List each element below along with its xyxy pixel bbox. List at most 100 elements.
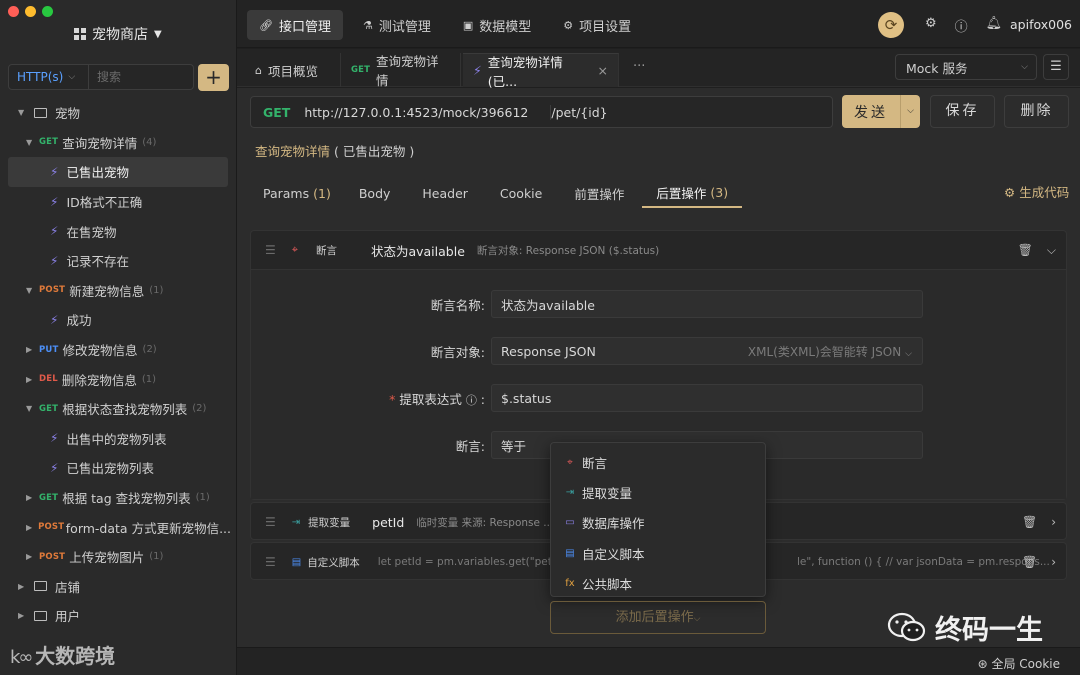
tree-case-item[interactable]: ⚡︎ 记录不存在 [0,246,236,276]
menu-item[interactable]: ⌖ 断言 [551,447,765,477]
tree-api-item[interactable]: ▶ DEL 删除宠物信息 (1) [0,364,236,394]
menu-item[interactable]: ▤ 自定义脚本 [551,538,765,568]
trash-icon[interactable]: 🗑︎ [1022,515,1037,529]
extract-icon: ⇥ [565,487,575,499]
zoom-window-button[interactable] [42,6,53,17]
tab-project-overview[interactable]: ⌂ 项目概览 [245,53,341,87]
method-select[interactable]: GET [251,105,304,120]
chevron-down-icon[interactable]: ⌵ [900,95,920,128]
menu-item[interactable]: ⇥ 提取变量 [551,477,765,507]
caret-right-icon[interactable]: ▶ [26,523,35,532]
menu-item[interactable]: ▭ 数据库操作 [551,508,765,538]
caret-right-icon[interactable]: ▶ [26,552,36,561]
caret-right-icon[interactable]: ▶ [26,493,36,502]
delete-button[interactable]: 删除 [1004,95,1069,128]
subtab[interactable]: Header [408,178,486,208]
sync-icon[interactable]: ⟳ [878,12,904,38]
topnav-item[interactable]: 🔗︎ 接口管理 [247,10,343,40]
caret-down-icon[interactable]: ▼ [26,286,36,295]
username[interactable]: apifox006 [1010,17,1072,32]
extract-expression-input[interactable]: $.status [491,384,923,412]
subtab[interactable]: Params (1) [249,178,345,208]
subtab[interactable]: Body [345,178,409,208]
assertion-header[interactable]: ☰ ⌖ 断言 状态为available 断言对象: Response JSON … [251,231,1066,269]
send-button[interactable]: 发送 ⌵ [842,95,920,128]
tree-api-item[interactable]: ▶ POST form-data 方式更新宠物信... [0,512,236,542]
tree-api-item[interactable]: ▼ POST 新建宠物信息 (1) [0,276,236,306]
tree-api-item[interactable]: ▶ POST 上传宠物图片 (1) [0,542,236,572]
topnav-item[interactable]: ⚗ 测试管理 [351,10,443,40]
top-nav: 🔗︎ 接口管理 ⚗ 测试管理 ▣ 数据模型 ⚙ 项目设置 [247,10,643,40]
tree-api-item[interactable]: ▼ GET 根据状态查找宠物列表 (2) [0,394,236,424]
window-controls [8,6,53,17]
topnav-item[interactable]: ⚙ 项目设置 [551,10,643,40]
global-cookie-button[interactable]: ⊛ 全局 Cookie [978,655,1060,672]
tree-api-item[interactable]: ▶ GET 根据 tag 查找宠物列表 (1) [0,483,236,513]
tree-case-item[interactable]: ⚡︎ 在售宠物 [0,216,236,246]
subtab[interactable]: 后置操作 (3) [642,178,743,208]
tree-case-item[interactable]: ⚡︎ 出售中的宠物列表 [0,424,236,454]
search-input[interactable] [89,70,185,84]
chevron-down-icon: ⌵ [1021,62,1028,72]
url-bar[interactable]: GET http://127.0.0.1:4523/mock/396612 /p… [250,96,833,128]
project-selector[interactable]: 宠物商店 ▼ [74,24,162,44]
more-tabs-button[interactable]: ··· [633,59,645,74]
top-bar: 🔗︎ 接口管理 ⚗ 测试管理 ▣ 数据模型 ⚙ 项目设置 ⟳ ⚙ ⓘ 🔔︎ apifox006 [237,0,1080,48]
chevron-down-icon[interactable]: ⌵ [1047,243,1056,258]
caret-right-icon[interactable]: ▶ [18,611,28,620]
cookie-icon: ⊛ [977,657,988,671]
menu-icon[interactable]: ☰ [1043,54,1069,80]
tree-case-item[interactable]: ⚡︎ 成功 [0,305,236,335]
assertion-target-select[interactable]: Response JSON XML(类XML)会智能转 JSON ⌵ [491,337,923,365]
subtab[interactable]: 前置操作 [560,178,642,208]
tree-api-item[interactable]: ▼ GET 查询宠物详情 (4) [0,128,236,158]
protocol-select[interactable]: HTTP(s) ⌵ [9,65,89,89]
settings-icon[interactable]: ⚙ [925,16,937,35]
trash-icon[interactable]: 🗑︎ [1018,243,1033,258]
topnav-item[interactable]: ▣ 数据模型 [451,10,543,40]
tree-folder[interactable]: ▶ 用户 [0,601,236,631]
folder-icon [34,610,47,621]
save-button[interactable]: 保存 [930,95,995,128]
trash-icon[interactable]: 🗑︎ [1022,555,1037,569]
caret-down-icon[interactable]: ▼ [26,404,36,413]
caret-right-icon[interactable]: ▶ [26,375,36,384]
chevron-right-icon[interactable]: › [1051,555,1056,569]
close-window-button[interactable] [8,6,19,17]
mock-service-select[interactable]: Mock 服务 ⌵ [895,54,1037,80]
bell-icon[interactable]: 🔔︎ [986,16,1003,35]
subtab[interactable]: Cookie [486,178,560,208]
menu-item[interactable]: fx 公共脚本 [551,569,765,599]
flask-icon: ⚗ [362,18,373,32]
tab-api-detail[interactable]: GET 查询宠物详情 [341,53,461,88]
tree-folder[interactable]: ▶ 店铺 [0,572,236,602]
caret-down-icon[interactable]: ▼ [18,108,28,117]
generate-code-button[interactable]: ⚙ 生成代码 [1004,182,1069,201]
caret-down-icon[interactable]: ▼ [26,138,36,147]
drag-handle-icon[interactable]: ☰ [265,555,276,569]
watermark-logo: k∞ 大数跨境 [10,644,116,668]
close-tab-icon[interactable]: × [598,63,608,78]
tree-api-item[interactable]: ▶ PUT 修改宠物信息 (2) [0,335,236,365]
assertion-name-input[interactable]: 状态为available [491,290,923,318]
tree-case-item[interactable]: ⚡︎ ID格式不正确 [0,187,236,217]
help-icon[interactable]: ⓘ [955,16,968,35]
drag-handle-icon[interactable]: ☰ [265,515,276,529]
add-post-operation-button[interactable]: 添加后置操作⌵ [550,601,766,634]
caret-right-icon[interactable]: ▶ [18,582,28,591]
tree-folder[interactable]: ▼ 宠物 [0,98,236,128]
tree-case-item[interactable]: ⚡︎ 已售出宠物列表 [0,453,236,483]
tree-case-item[interactable]: ⚡︎ 已售出宠物 [8,157,228,187]
watermark-right: 终码一生 [887,608,1043,647]
search-bar: HTTP(s) ⌵ [8,64,194,90]
drag-handle-icon[interactable]: ☰ [265,243,276,257]
path-input[interactable]: /pet/{id} [550,104,608,120]
tab-case-detail[interactable]: ⚡︎ 查询宠物详情 (已... × [463,53,619,89]
add-button[interactable]: + [198,64,229,91]
app-window: 宠物商店 ▼ HTTP(s) ⌵ + ▼宠物▼GET查询宠物详情(4)⚡︎已售出… [0,0,1080,675]
logo-icon: k∞ [10,647,36,668]
caret-right-icon[interactable]: ▶ [26,345,36,354]
minimize-window-button[interactable] [25,6,36,17]
help-icon[interactable]: ⓘ [466,394,477,407]
chevron-right-icon[interactable]: › [1051,515,1056,529]
